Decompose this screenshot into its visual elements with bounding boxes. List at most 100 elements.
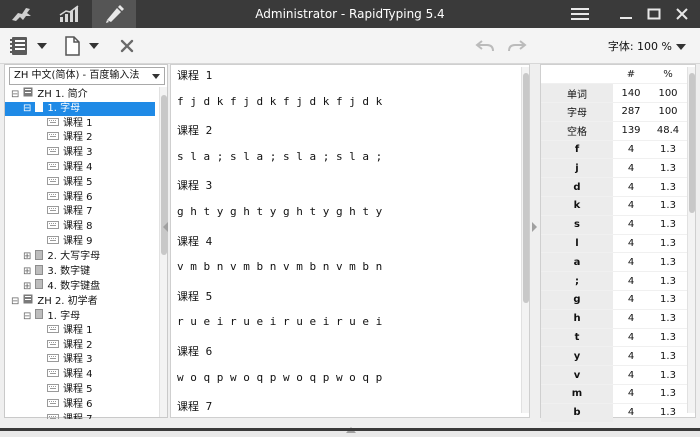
tree-item[interactable]: ⊟ 1. 字母 bbox=[5, 101, 155, 116]
lesson-text-editor[interactable]: 课程 1 f j d k f j d k f j d k f j d k 课程 2 s… bbox=[170, 64, 530, 418]
lesson-heading-line: 课程 2 bbox=[177, 124, 213, 138]
tree-item[interactable]: 课程 3 bbox=[5, 353, 155, 367]
lesson-icon bbox=[47, 353, 59, 367]
statistics-count: 4 bbox=[613, 158, 649, 179]
collapse-right-panel-icon[interactable] bbox=[532, 222, 537, 232]
tree-item[interactable]: 课程 2 bbox=[5, 131, 155, 145]
maximize-icon[interactable] bbox=[640, 0, 668, 28]
layout-select[interactable]: ZH 中文(简体) - 百度输入法 bbox=[9, 67, 165, 85]
tree-item[interactable]: ⊞ 2. 大写字母 bbox=[5, 249, 155, 264]
course-tree-panel: ZH 中文(简体) - 百度输入法 ⊟ ZH 1. 简介 ⊟ 1. 字母 课程 1 课程 … bbox=[4, 64, 168, 419]
close-icon[interactable] bbox=[668, 0, 696, 28]
statistics-row: k 4 1.3 bbox=[541, 196, 687, 216]
collapse-icon[interactable]: ⊟ bbox=[23, 102, 31, 116]
collapse-icon[interactable]: ⊟ bbox=[23, 310, 31, 324]
tree-item[interactable]: 课程 6 bbox=[5, 398, 155, 412]
tree-item-label: 课程 4 bbox=[63, 162, 93, 173]
tree-item[interactable]: 课程 2 bbox=[5, 339, 155, 353]
statistics-key: b bbox=[541, 403, 613, 423]
statistics-percent: 100 bbox=[649, 102, 687, 122]
new-document-dropdown-icon[interactable] bbox=[86, 28, 102, 64]
redo-icon[interactable] bbox=[502, 28, 532, 64]
statistics-key: m bbox=[541, 384, 613, 404]
undo-icon[interactable] bbox=[470, 28, 500, 64]
editor-scrollbar-thumb[interactable] bbox=[523, 73, 529, 303]
font-size-dropdown-icon[interactable] bbox=[676, 40, 686, 53]
tree-item[interactable]: ⊟ 1. 字母 bbox=[5, 309, 155, 323]
lesson-icon bbox=[47, 220, 59, 234]
statistics-count: 4 bbox=[613, 328, 649, 348]
statistics-key: f bbox=[541, 140, 613, 160]
statistics-percent: 1.3 bbox=[649, 252, 687, 273]
tree-item[interactable]: 课程 5 bbox=[5, 383, 155, 397]
title-bar: Administrator - RapidTyping 5.4 bbox=[0, 0, 700, 28]
editor-scrollbar[interactable] bbox=[521, 67, 529, 413]
tree-item[interactable]: 课程 7 bbox=[5, 413, 155, 419]
collapse-icon[interactable]: ⊟ bbox=[11, 295, 19, 309]
minimize-icon[interactable] bbox=[612, 0, 640, 28]
lesson-icon bbox=[47, 339, 59, 353]
course-icon[interactable] bbox=[6, 28, 34, 64]
statistics-row: j 4 1.3 bbox=[541, 158, 687, 179]
chapter-icon bbox=[35, 309, 44, 324]
tree-item[interactable]: 课程 8 bbox=[5, 220, 155, 234]
tree-item-label: 课程 3 bbox=[63, 354, 93, 366]
course-tree: ⊟ ZH 1. 简介 ⊟ 1. 字母 课程 1 课程 2 课程 3 课程 4 课程 5 课程 6课… bbox=[5, 87, 155, 419]
tree-item[interactable]: 课程 5 bbox=[5, 176, 155, 190]
tree-item[interactable]: 课程 1 bbox=[5, 117, 155, 131]
tree-item-label: ZH 1. 简介 bbox=[37, 88, 88, 100]
tree-item[interactable]: 课程 4 bbox=[5, 368, 155, 382]
tree-item[interactable]: 课程 9 bbox=[5, 235, 155, 249]
toolbar: 字体: 100 % bbox=[0, 28, 700, 64]
tree-item[interactable]: ⊞ 4. 数字键盘 bbox=[5, 279, 155, 293]
statistics-scrollbar[interactable] bbox=[687, 67, 695, 413]
statistics-scrollbar-thumb[interactable] bbox=[689, 73, 695, 213]
new-document-icon[interactable] bbox=[58, 28, 86, 64]
tree-item[interactable]: ⊟ ZH 2. 初学者 bbox=[5, 294, 155, 308]
statistics-count: 4 bbox=[613, 177, 649, 198]
expand-icon[interactable]: ⊞ bbox=[23, 280, 31, 294]
statistics-row: 单词 140 100 bbox=[541, 83, 687, 104]
tree-item[interactable]: 课程 4 bbox=[5, 161, 155, 175]
expand-icon[interactable]: ⊞ bbox=[23, 265, 31, 279]
tree-item[interactable]: ⊟ ZH 1. 简介 bbox=[5, 87, 155, 101]
statistics-percent: 1.3 bbox=[649, 140, 687, 160]
statistics-count: 4 bbox=[613, 196, 649, 216]
statistics-row: f 4 1.3 bbox=[541, 140, 687, 160]
font-size-control[interactable]: 字体: 100 % bbox=[608, 38, 686, 54]
tree-item[interactable]: ⊞ 3. 数字键 bbox=[5, 264, 155, 279]
font-size-label: 字体: 100 % bbox=[607, 40, 672, 53]
tree-item-label: 课程 2 bbox=[63, 339, 93, 351]
collapse-left-panel-icon[interactable] bbox=[163, 222, 168, 232]
tree-item[interactable]: 课程 7 bbox=[5, 205, 155, 219]
statistics-row: s 4 1.3 bbox=[541, 215, 687, 235]
tree-scrollbar[interactable] bbox=[159, 87, 167, 417]
statistics-percent: 1.3 bbox=[649, 234, 687, 254]
statistics-key: h bbox=[541, 309, 613, 329]
menu-icon[interactable] bbox=[566, 0, 594, 28]
tree-item-label: 1. 字母 bbox=[47, 103, 81, 115]
statistics-count: 140 bbox=[613, 83, 649, 104]
tree-item[interactable]: 课程 6 bbox=[5, 191, 155, 205]
collapse-icon[interactable]: ⊟ bbox=[11, 88, 19, 102]
delete-icon[interactable] bbox=[114, 28, 140, 64]
statistics-key: j bbox=[541, 158, 613, 179]
statistics-key: ; bbox=[541, 271, 613, 292]
statistics-row: m 4 1.3 bbox=[541, 384, 687, 404]
statistics-key: s bbox=[541, 215, 613, 235]
lesson-exercise-line: r u e i r u e i r u e i r u e i bbox=[177, 315, 383, 329]
collapse-bottom-panel-icon[interactable] bbox=[346, 418, 356, 433]
course-dropdown-icon[interactable] bbox=[34, 28, 50, 64]
statistics-count: 4 bbox=[613, 290, 649, 310]
tree-item-label: 课程 1 bbox=[63, 117, 93, 129]
tree-item[interactable]: 课程 1 bbox=[5, 324, 155, 338]
lesson-exercise-line: w o q p w o q p w o q p w o q p bbox=[177, 370, 383, 384]
statistics-header-count: # bbox=[613, 65, 649, 85]
lesson-icon bbox=[47, 235, 59, 249]
statistics-key: a bbox=[541, 252, 613, 273]
tree-item-label: ZH 2. 初学者 bbox=[37, 295, 98, 307]
expand-icon[interactable]: ⊞ bbox=[23, 250, 31, 264]
statistics-row: h 4 1.3 bbox=[541, 309, 687, 329]
tree-item[interactable]: 课程 3 bbox=[5, 146, 155, 160]
lesson-icon bbox=[47, 117, 59, 131]
